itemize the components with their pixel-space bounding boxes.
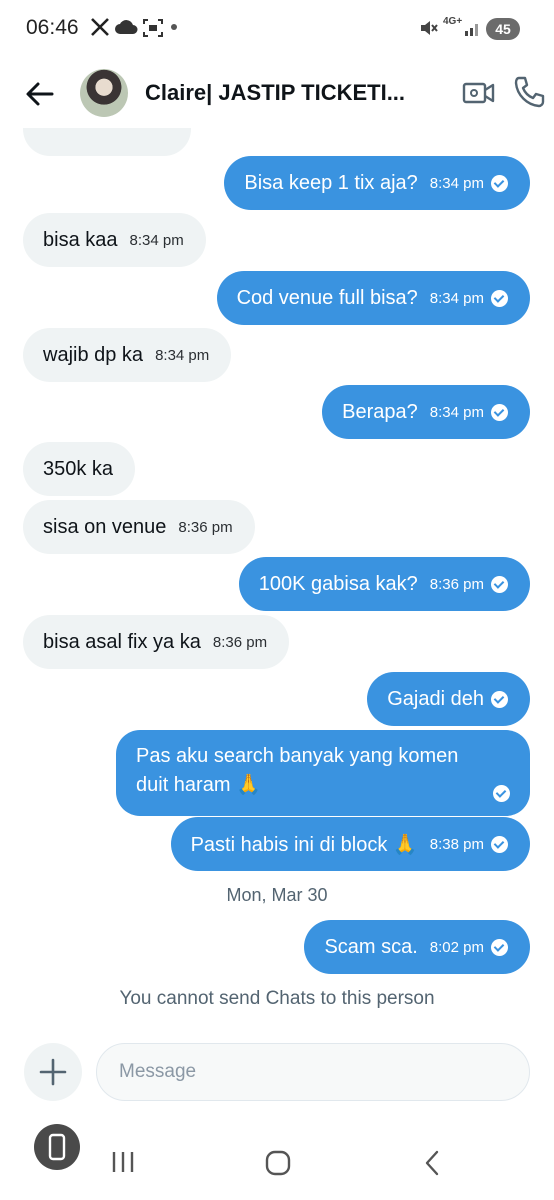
message-time: 8:34 pm (429, 403, 484, 421)
message-text: 100K gabisa kak? (258, 572, 418, 595)
chat-header: Claire| JASTIP TICKETI... (0, 62, 554, 128)
message-time: 8:36 pm (178, 518, 233, 536)
conversation-title[interactable]: Claire| JASTIP TICKETI... (145, 80, 445, 106)
message-bubble-incoming[interactable]: sisa on venue 8:36 pm (23, 500, 255, 554)
cloud-icon (115, 20, 138, 34)
screenshot-icon (143, 19, 163, 37)
x-logo-icon (91, 18, 109, 36)
message-time: 8:36 pm (429, 575, 484, 593)
message-bubble-outgoing[interactable]: Pasti habis ini di block 🙏 8:38 pm (170, 817, 530, 871)
notification-dot-icon (171, 24, 177, 30)
read-check-icon (491, 938, 508, 956)
message-bubble-partial (23, 128, 191, 156)
status-bar: 06:46 4G+ 45 (0, 0, 554, 58)
message-time: 8:02 pm (429, 938, 484, 956)
phone-device-icon (48, 1133, 66, 1161)
add-attachment-button[interactable] (24, 1043, 82, 1101)
message-text: 350k ka (43, 457, 114, 480)
read-check-icon (491, 174, 508, 192)
message-text: sisa on venue (43, 515, 167, 538)
message-text: Scam sca. (324, 935, 418, 958)
back-nav-icon[interactable] (422, 1150, 442, 1176)
mute-icon (421, 21, 438, 35)
message-list[interactable]: Bisa keep 1 tix aja? 8:34 pm bisa kaa 8:… (0, 128, 554, 1028)
message-bubble-incoming[interactable]: 350k ka (23, 442, 136, 496)
message-text: bisa kaa (43, 228, 118, 251)
message-time: 8:34 pm (129, 231, 184, 249)
message-time: 8:34 pm (429, 289, 484, 307)
message-bubble-outgoing[interactable]: Berapa? 8:34 pm (322, 385, 530, 439)
message-text: wajib dp ka (43, 343, 144, 366)
message-bubble-incoming[interactable]: wajib dp ka 8:34 pm (23, 328, 232, 382)
read-check-icon (493, 785, 510, 802)
back-arrow-icon[interactable] (22, 76, 58, 112)
message-time: 8:38 pm (429, 835, 484, 853)
status-time: 06:46 (26, 16, 79, 39)
message-time: 8:34 pm (429, 174, 484, 192)
battery-indicator: 45 (486, 18, 520, 40)
message-time: 8:34 pm (155, 346, 210, 364)
message-bubble-outgoing[interactable]: 100K gabisa kak? 8:36 pm (238, 557, 530, 611)
read-check-icon (491, 403, 508, 421)
app-switch-button[interactable] (34, 1124, 80, 1170)
message-input[interactable] (96, 1043, 530, 1101)
read-check-icon (491, 835, 508, 853)
plus-icon (39, 1058, 67, 1086)
message-bubble-outgoing[interactable]: Bisa keep 1 tix aja? 8:34 pm (224, 156, 530, 210)
message-time: 8:36 pm (212, 633, 268, 651)
message-text: Pasti habis ini di block 🙏 (190, 833, 418, 856)
phone-call-icon[interactable] (512, 74, 546, 110)
message-text: Cod venue full bisa? (236, 286, 418, 309)
read-check-icon (491, 690, 508, 708)
read-check-icon (491, 575, 508, 593)
message-text: Berapa? (342, 400, 418, 423)
avatar[interactable] (80, 69, 128, 117)
message-text: Gajadi deh (387, 687, 484, 710)
recent-apps-icon[interactable] (110, 1150, 136, 1174)
message-text: bisa asal fix ya ka (43, 630, 201, 653)
message-bubble-incoming[interactable]: bisa kaa 8:34 pm (23, 213, 206, 267)
system-nav-bar (0, 1120, 554, 1200)
home-icon[interactable] (264, 1150, 292, 1176)
message-bubble-outgoing[interactable]: Scam sca. 8:02 pm (304, 920, 530, 974)
signal-icon (465, 24, 478, 36)
message-bubble-outgoing[interactable]: Gajadi deh (367, 672, 530, 726)
date-separator: Mon, Mar 30 (226, 885, 328, 905)
read-check-icon (491, 289, 508, 307)
network-type: 4G+ (443, 16, 463, 27)
message-bubble-outgoing[interactable]: Cod venue full bisa? 8:34 pm (216, 271, 530, 325)
message-text: Pas aku search banyak yang komen duit ha… (136, 745, 459, 796)
message-bubble-outgoing[interactable]: Pas aku search banyak yang komen duit ha… (116, 730, 530, 816)
message-bubble-incoming[interactable]: bisa asal fix ya ka 8:36 pm (23, 615, 290, 669)
message-text: Bisa keep 1 tix aja? (244, 171, 418, 194)
cannot-send-notice: You cannot send Chats to this person (119, 988, 435, 1009)
video-call-icon[interactable] (462, 76, 496, 110)
